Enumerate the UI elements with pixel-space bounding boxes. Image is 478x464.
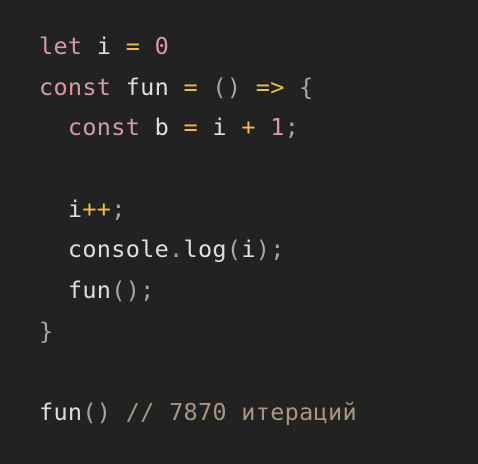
identifier-token	[256, 113, 270, 141]
operator-token: ++	[82, 194, 112, 223]
identifier-token	[39, 113, 68, 141]
identifier-token	[198, 73, 212, 101]
identifier-token	[39, 276, 68, 304]
identifier-token: console	[67, 235, 170, 264]
identifier-token	[140, 32, 154, 60]
punctuation-token: ()	[212, 72, 242, 101]
code-line: i++;	[39, 189, 357, 230]
operator-token: =	[183, 72, 198, 101]
identifier-token	[39, 235, 68, 263]
punctuation-token: ;	[140, 276, 155, 305]
punctuation-token: ()	[111, 276, 141, 305]
identifier-token	[198, 113, 212, 141]
identifier-token: i	[67, 194, 83, 223]
identifier-token: i	[241, 235, 256, 264]
identifier-token	[169, 73, 183, 101]
identifier-token: i	[212, 113, 227, 142]
identifier-token	[227, 113, 241, 141]
punctuation-token: ;	[270, 235, 285, 264]
identifier-token: b	[154, 113, 170, 142]
operator-token: =	[183, 113, 198, 142]
identifier-token	[82, 32, 96, 60]
number-token: 0	[154, 32, 170, 60]
identifier-token	[111, 398, 125, 426]
identifier-token	[241, 73, 255, 101]
punctuation-token: }	[39, 316, 54, 345]
code-block[interactable]: let i = 0 const fun = () => { const b = i…	[39, 26, 357, 433]
operator-token: +	[241, 113, 256, 142]
punctuation-token: .	[169, 235, 184, 264]
identifier-token	[111, 73, 125, 101]
code-line: fun() // 7870 итераций	[39, 392, 357, 433]
punctuation-token: {	[299, 72, 314, 101]
operator-token: =	[125, 32, 141, 60]
identifier-token: fun	[39, 398, 83, 427]
punctuation-token: ()	[82, 398, 112, 427]
keyword-token: const	[39, 72, 112, 101]
number-token: 1	[270, 113, 285, 142]
code-line: const fun = () => {	[39, 67, 357, 108]
code-line: let i = 0	[39, 26, 357, 67]
punctuation-token: ;	[111, 194, 126, 223]
identifier-token	[140, 113, 154, 141]
identifier-token: i	[96, 32, 112, 60]
identifier-token	[39, 195, 68, 223]
keyword-token: const	[67, 113, 141, 142]
code-line: const b = i + 1;	[39, 107, 357, 148]
punctuation-token: )	[255, 235, 271, 264]
identifier-token: fun	[125, 72, 170, 101]
keyword-token: let	[39, 32, 83, 60]
identifier-token	[169, 113, 183, 141]
operator-token: =>	[255, 72, 285, 101]
code-line: console.log(i);	[39, 229, 357, 270]
identifier-token	[111, 32, 125, 60]
code-line: }	[39, 311, 357, 352]
identifier-token: log	[183, 235, 227, 264]
comment-token: // 7870 итераций	[125, 398, 357, 427]
code-line: fun();	[39, 270, 357, 311]
punctuation-token: (	[226, 235, 242, 264]
punctuation-token: ;	[284, 113, 300, 142]
identifier-token	[285, 73, 299, 101]
identifier-token: fun	[67, 276, 112, 305]
code-editor: let i = 0 const fun = () => { const b = i…	[0, 0, 478, 464]
